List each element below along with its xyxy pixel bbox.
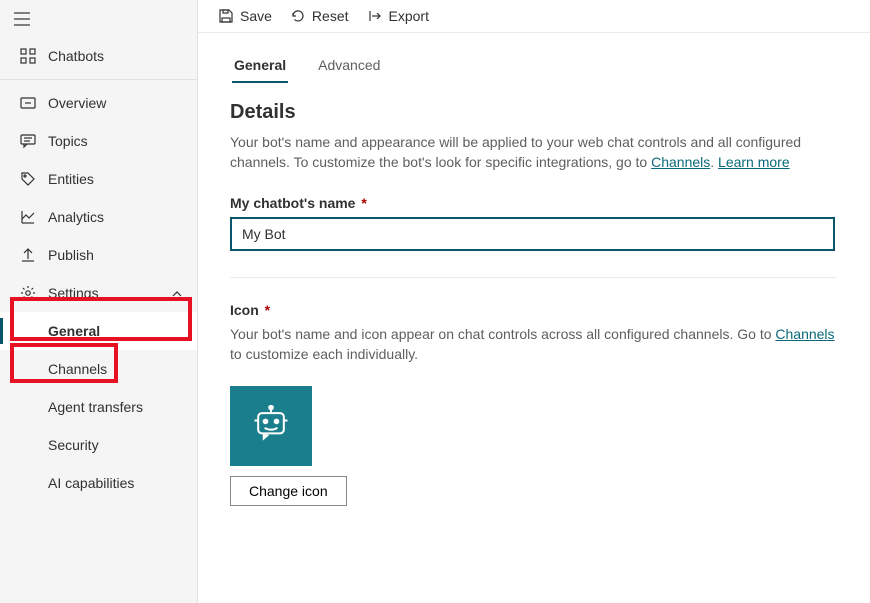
chatbot-name-input[interactable] [230,217,835,251]
change-icon-button[interactable]: Change icon [230,476,347,506]
icon-description: Your bot's name and icon appear on chat … [230,324,838,365]
required-indicator: * [261,302,270,318]
bot-icon-preview [230,386,312,466]
sidebar: Chatbots Overview Topics Entities [0,0,198,603]
sidebar-overview-label: Overview [48,95,183,111]
sidebar-subitem-security[interactable]: Security [0,426,197,464]
required-indicator: * [357,195,366,211]
sidebar-item-chatbots[interactable]: Chatbots [0,37,197,75]
learn-more-link[interactable]: Learn more [718,154,790,170]
bot-icon [249,404,293,448]
sidebar-item-analytics[interactable]: Analytics [0,198,197,236]
hamburger-menu[interactable] [0,0,197,37]
sidebar-subitem-general[interactable]: General [0,312,197,350]
sidebar-item-publish[interactable]: Publish [0,236,197,274]
hamburger-icon [14,12,30,26]
overview-icon [20,95,36,111]
gear-icon [20,285,36,301]
command-bar: Save Reset Export [198,0,870,33]
sidebar-agent-transfers-label: Agent transfers [48,399,143,415]
sidebar-security-label: Security [48,437,99,453]
main: Save Reset Export General Advanced Detai… [198,0,870,603]
channels-link[interactable]: Channels [651,154,710,170]
upload-icon [20,247,36,263]
analytics-icon [20,209,36,225]
sidebar-subitem-agent-transfers[interactable]: Agent transfers [0,388,197,426]
sidebar-general-label: General [48,323,100,339]
content: General Advanced Details Your bot's name… [198,33,870,603]
reset-icon [290,8,306,24]
sidebar-publish-label: Publish [48,247,183,263]
export-icon [367,8,383,24]
export-label: Export [389,8,429,24]
sidebar-item-overview[interactable]: Overview [0,84,197,122]
tabs: General Advanced [230,51,838,83]
sidebar-item-entities[interactable]: Entities [0,160,197,198]
sidebar-subitem-channels[interactable]: Channels [0,350,197,388]
sidebar-chatbots-label: Chatbots [48,48,183,64]
reset-button[interactable]: Reset [290,8,349,24]
icon-label: Icon * [230,302,838,318]
save-button[interactable]: Save [218,8,272,24]
sidebar-item-topics[interactable]: Topics [0,122,197,160]
reset-label: Reset [312,8,349,24]
sidebar-entities-label: Entities [48,171,183,187]
export-button[interactable]: Export [367,8,429,24]
name-label: My chatbot's name * [230,195,838,211]
details-heading: Details [230,101,838,124]
chat-icon [20,133,36,149]
details-description: Your bot's name and appearance will be a… [230,132,838,173]
section-divider [230,277,837,278]
chevron-up-icon [171,287,183,299]
nav-divider [0,79,197,80]
save-label: Save [240,8,272,24]
icon-field-group: Icon * Your bot's name and icon appear o… [230,302,838,507]
sidebar-topics-label: Topics [48,133,183,149]
sidebar-ai-capabilities-label: AI capabilities [48,475,134,491]
sidebar-item-settings[interactable]: Settings [0,274,197,312]
sidebar-settings-label: Settings [48,285,171,301]
sidebar-channels-label: Channels [48,361,107,377]
channels-link-2[interactable]: Channels [775,326,834,342]
sidebar-subitem-ai-capabilities[interactable]: AI capabilities [0,464,197,502]
tab-general[interactable]: General [230,51,290,83]
grid-icon [20,48,36,64]
tags-icon [20,171,36,187]
tab-advanced[interactable]: Advanced [314,51,384,83]
save-icon [218,8,234,24]
sidebar-analytics-label: Analytics [48,209,183,225]
name-field-group: My chatbot's name * [230,195,838,251]
